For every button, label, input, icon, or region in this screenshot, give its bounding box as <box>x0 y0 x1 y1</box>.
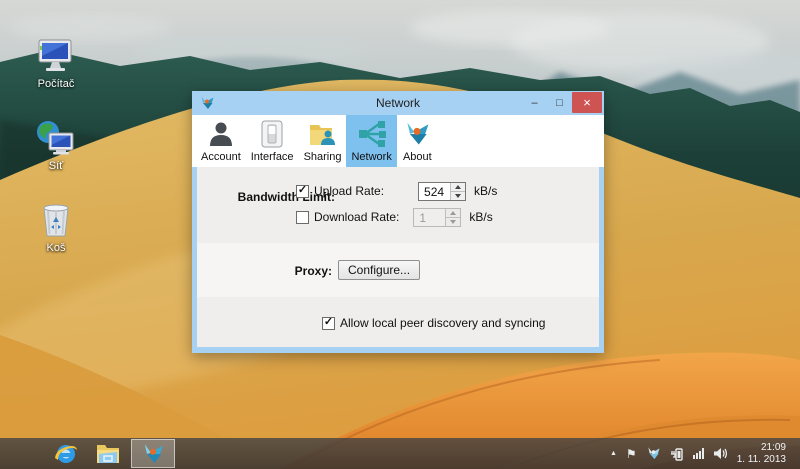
discovery-row: ✓ Allow local peer discovery and syncing <box>322 315 545 331</box>
spin-down-button[interactable] <box>451 191 465 200</box>
upload-rate-checkbox[interactable]: ✓ <box>296 185 309 198</box>
download-rate-value: 1 <box>414 209 445 226</box>
desktop-icon-label: Síť <box>49 160 64 172</box>
computer-icon <box>35 36 77 76</box>
desktop-icon-label: Koš <box>47 242 66 254</box>
proxy-configure-button[interactable]: Configure... <box>338 260 420 280</box>
tray-expand-icon[interactable]: ▲ <box>610 450 617 457</box>
maximize-button[interactable]: □ <box>547 92 572 113</box>
checkmark-icon: ✓ <box>324 316 333 328</box>
tab-sharing[interactable]: Sharing <box>299 115 347 167</box>
spin-up-button[interactable] <box>446 209 460 217</box>
upload-rate-value[interactable]: 524 <box>419 183 450 200</box>
clock-time: 21:09 <box>737 442 786 454</box>
power-plug-icon[interactable] <box>670 447 684 461</box>
checkmark-icon: ✓ <box>298 184 307 196</box>
tab-network[interactable]: Network <box>346 115 396 167</box>
tab-label: Sharing <box>304 151 342 163</box>
desktop-icon-network[interactable]: Síť <box>18 118 94 172</box>
clock-date: 1. 11. 2013 <box>737 454 786 466</box>
taskbar-sparkleshare-button[interactable] <box>131 439 175 468</box>
discovery-checkbox[interactable]: ✓ <box>322 317 335 330</box>
network-branch-icon <box>356 118 387 149</box>
tab-account[interactable]: Account <box>196 115 246 167</box>
spin-up-button[interactable] <box>451 183 465 191</box>
settings-content: Bandwidth Limit: ✓ Upload Rate: 524 kB/s… <box>197 167 599 347</box>
download-rate-row: Download Rate: 1 kB/s <box>296 206 493 228</box>
bandwidth-section <box>197 167 599 243</box>
close-button[interactable]: × <box>572 92 602 113</box>
tab-about[interactable]: About <box>397 115 438 167</box>
minimize-button[interactable]: – <box>522 92 547 113</box>
interface-switch-icon <box>257 118 288 149</box>
tab-bar: Account Interface <box>192 115 604 167</box>
network-settings-window: Network – □ × Account <box>192 91 604 353</box>
desktop-icon-recycle-bin[interactable]: Koš <box>18 200 94 254</box>
upload-unit-label: kB/s <box>474 184 497 198</box>
tab-interface[interactable]: Interface <box>246 115 299 167</box>
tab-label: About <box>403 151 432 163</box>
download-rate-spinner[interactable]: 1 <box>413 208 461 227</box>
taskbar: ▲ ⚑ <box>0 438 800 469</box>
upload-rate-spinner[interactable]: 524 <box>418 182 466 201</box>
desktop-icon-computer[interactable]: Počítač <box>18 36 94 90</box>
upload-rate-row: ✓ Upload Rate: 524 kB/s <box>296 180 497 202</box>
discovery-label: Allow local peer discovery and syncing <box>340 316 545 330</box>
tab-label: Interface <box>251 151 294 163</box>
download-rate-label: Download Rate: <box>314 210 399 224</box>
spin-down-button[interactable] <box>446 217 460 226</box>
titlebar[interactable]: Network – □ × <box>192 91 604 115</box>
taskbar-clock[interactable]: 21:09 1. 11. 2013 <box>737 442 786 466</box>
desktop: Počítač Síť <box>0 0 800 469</box>
download-rate-checkbox[interactable] <box>296 211 309 224</box>
tray-crane-icon[interactable] <box>646 446 661 461</box>
crane-app-icon <box>141 442 165 466</box>
tab-label: Network <box>351 151 391 163</box>
upload-rate-label: Upload Rate: <box>314 184 384 198</box>
desktop-icon-label: Počítač <box>38 78 75 90</box>
about-crane-icon <box>402 118 433 149</box>
internet-explorer-icon <box>53 441 79 467</box>
taskbar-ie-button[interactable] <box>46 439 86 468</box>
tab-label: Account <box>201 151 241 163</box>
recycle-bin-icon <box>35 200 77 240</box>
taskbar-explorer-button[interactable] <box>88 439 128 468</box>
account-icon <box>205 118 236 149</box>
proxy-label: Proxy: <box>197 264 332 278</box>
download-unit-label: kB/s <box>469 210 492 224</box>
system-tray: ▲ ⚑ <box>610 438 800 469</box>
file-explorer-icon <box>95 442 121 466</box>
action-center-flag-icon[interactable]: ⚑ <box>626 447 637 461</box>
network-globe-icon <box>35 118 77 158</box>
volume-icon[interactable] <box>713 447 728 460</box>
network-signal-icon[interactable] <box>693 448 704 459</box>
sharing-folder-icon <box>307 118 338 149</box>
